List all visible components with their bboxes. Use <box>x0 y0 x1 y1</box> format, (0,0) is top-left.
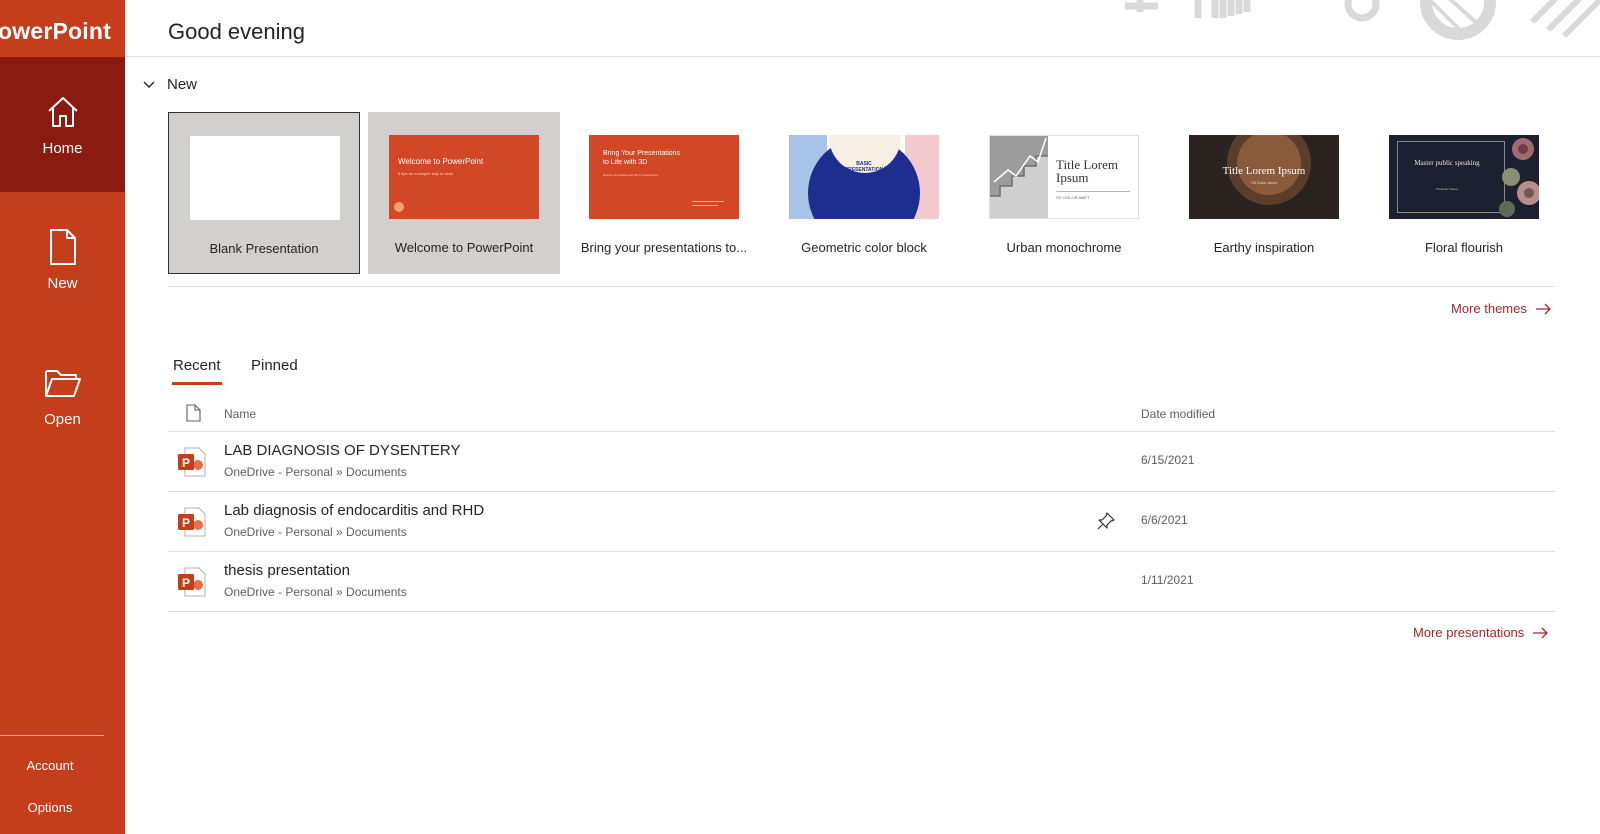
thumb-subtitle: How to get started with 3D in PowerPoint <box>603 173 658 177</box>
arrow-right-icon <box>1535 303 1551 314</box>
sidebar-item-open[interactable]: Open <box>0 328 125 463</box>
new-section-toggle[interactable]: New <box>142 76 197 93</box>
thumb-stairs-image <box>990 136 1048 218</box>
thumb-flowers-image <box>1499 138 1539 217</box>
thumb-frame <box>1397 141 1505 213</box>
row-divider <box>168 611 1555 612</box>
new-section-label: New <box>167 76 198 93</box>
sidebar-item-account[interactable]: Account <box>0 758 100 773</box>
template-label: Bring your presentations to... <box>580 240 748 255</box>
file-path: OneDrive - Personal » Documents <box>224 585 407 599</box>
new-document-icon <box>44 227 82 267</box>
more-themes-link[interactable]: More themes <box>1451 301 1552 316</box>
file-date: 6/6/2021 <box>1141 513 1188 527</box>
thumb-title: Title Lorem Ipsum <box>1222 165 1306 177</box>
thumb-title: Welcome to PowerPoint <box>398 157 484 166</box>
template-earthy-inspiration[interactable]: Title Lorem Ipsum Sit Dolor Amet Earthy … <box>1168 112 1360 274</box>
pin-icon[interactable] <box>1096 511 1116 531</box>
template-thumbnail: Bring Your Presentations to Life with 3D… <box>589 135 739 219</box>
thumb-subtitle: Presenter Name <box>1436 187 1458 191</box>
sidebar-item-options[interactable]: Options <box>0 800 100 815</box>
template-bring-presentations-3d[interactable]: Bring Your Presentations to Life with 3D… <box>568 112 760 274</box>
thumb-logo <box>394 202 404 212</box>
sidebar-divider <box>0 735 104 736</box>
powerpoint-file-icon: P <box>178 447 206 477</box>
tab-recent-indicator <box>172 382 222 385</box>
thumb-line <box>1056 191 1130 192</box>
table-row[interactable]: P thesis presentation OneDrive - Persona… <box>168 552 1555 611</box>
template-label: Geometric color block <box>801 240 927 255</box>
template-thumbnail: BASIC PRESENTATION <box>789 135 939 219</box>
powerpoint-file-icon: P <box>178 507 206 537</box>
template-label: Welcome to PowerPoint <box>394 240 534 255</box>
column-header-date[interactable]: Date modified <box>1141 407 1215 421</box>
more-presentations-link[interactable]: More presentations <box>1413 625 1549 640</box>
table-row[interactable]: P LAB DIAGNOSIS OF DYSENTERY OneDrive - … <box>168 432 1555 491</box>
file-date: 1/11/2021 <box>1141 573 1194 587</box>
sidebar-item-home[interactable]: Home <box>0 57 125 192</box>
thumb-title: Title Lorem Ipsum <box>1056 157 1118 185</box>
sidebar-item-label: New <box>47 275 78 292</box>
file-name[interactable]: thesis presentation <box>224 562 350 579</box>
sidebar-item-label: Open <box>44 411 81 428</box>
arrow-right-icon <box>1533 627 1549 638</box>
thumb-title: BASIC PRESENTATION <box>844 161 884 173</box>
file-path: OneDrive - Personal » Documents <box>224 465 407 479</box>
table-row[interactable]: P Lab diagnosis of endocarditis and RHD … <box>168 492 1555 551</box>
sidebar-item-label: Home <box>42 140 83 157</box>
template-welcome-to-powerpoint[interactable]: Welcome to PowerPoint 5 tips for a simpl… <box>368 112 560 274</box>
column-header-name[interactable]: Name <box>224 407 256 421</box>
template-thumbnail: Title Lorem Ipsum SIT DOLOR AMET <box>989 135 1139 219</box>
thumb-title: Master public speaking <box>1414 159 1480 167</box>
thumb-subtitle: Sit Dolor Amet <box>1251 180 1277 185</box>
templates-divider <box>168 286 1555 287</box>
template-label: Blank Presentation <box>209 241 319 256</box>
template-thumbnail: Welcome to PowerPoint 5 tips for a simpl… <box>389 135 539 219</box>
template-thumbnail: Master public speaking Presenter Name <box>1389 135 1539 219</box>
svg-text:P: P <box>182 576 190 590</box>
thumb-subtitle: 5 tips for a simpler way to work <box>398 171 453 176</box>
template-label: Floral flourish <box>1424 240 1504 255</box>
template-label: Urban monochrome <box>1006 240 1122 255</box>
template-urban-monochrome[interactable]: Title Lorem Ipsum SIT DOLOR AMET Urban m… <box>968 112 1160 274</box>
file-date: 6/15/2021 <box>1141 453 1195 467</box>
header-divider <box>125 56 1600 57</box>
file-name[interactable]: LAB DIAGNOSIS OF DYSENTERY <box>224 442 460 459</box>
file-path: OneDrive - Personal » Documents <box>224 525 407 539</box>
open-folder-icon <box>44 363 82 403</box>
app-title-text: PowerPoint <box>0 18 111 44</box>
template-thumbnail <box>190 136 340 220</box>
template-floral-flourish[interactable]: Master public speaking Presenter Name Fl… <box>1368 112 1560 274</box>
template-geometric-color-block[interactable]: BASIC PRESENTATION Geometric color block <box>768 112 960 274</box>
sidebar: PowerPoint Home New Open Account Options <box>0 0 125 834</box>
template-thumbnail: Title Lorem Ipsum Sit Dolor Amet <box>1189 135 1339 219</box>
thumb-line <box>692 205 718 206</box>
template-label: Earthy inspiration <box>1213 240 1315 255</box>
app-title: PowerPoint <box>0 0 125 58</box>
thumb-title: Bring Your Presentations to Life with 3D <box>603 150 681 166</box>
template-blank-presentation[interactable]: Blank Presentation <box>168 112 360 274</box>
more-presentations-label: More presentations <box>1413 625 1525 640</box>
thumb-subtitle: SIT DOLOR AMET <box>1056 195 1090 200</box>
file-name[interactable]: Lab diagnosis of endocarditis and RHD <box>224 502 484 519</box>
chevron-down-icon <box>143 81 155 88</box>
home-icon <box>44 92 82 132</box>
page-title: Good evening <box>168 19 305 44</box>
svg-text:P: P <box>182 456 190 470</box>
tab-recent[interactable]: Recent <box>173 357 221 374</box>
file-type-icon <box>186 404 201 422</box>
svg-text:P: P <box>182 516 190 530</box>
sidebar-item-new[interactable]: New <box>0 192 125 327</box>
more-themes-label: More themes <box>1451 301 1527 316</box>
header-decoration <box>1120 0 1600 48</box>
tab-pinned[interactable]: Pinned <box>251 357 298 374</box>
thumb-line <box>692 201 724 202</box>
powerpoint-file-icon: P <box>178 567 206 597</box>
